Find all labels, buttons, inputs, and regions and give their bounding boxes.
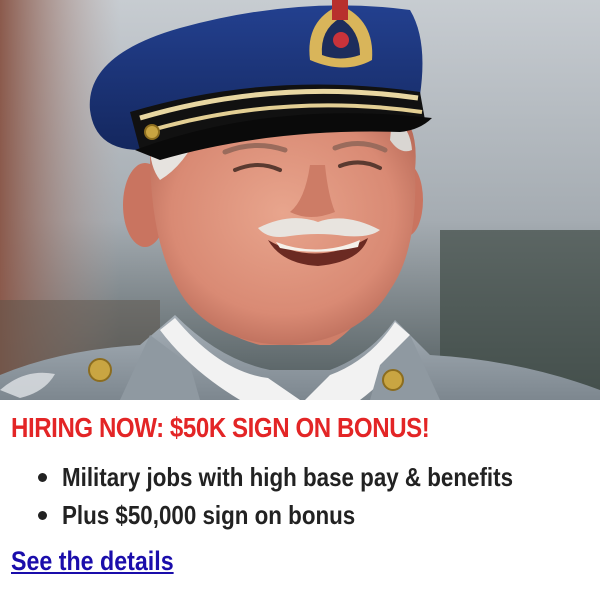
officer-photo[interactable] [0, 0, 600, 400]
benefit-text: Plus $50,000 sign on bonus [62, 500, 356, 530]
bullet-dot-icon [38, 511, 47, 520]
benefit-item: Plus $50,000 sign on bonus [36, 500, 586, 538]
headline: HIRING NOW: $50K SIGN ON BONUS! [11, 412, 430, 443]
benefit-list: Military jobs with high base pay & benef… [36, 462, 586, 538]
benefit-text: Military jobs with high base pay & benef… [62, 462, 514, 492]
ad-card: HIRING NOW: $50K SIGN ON BONUS! Military… [0, 0, 600, 600]
see-details-link[interactable]: See the details [11, 546, 174, 577]
benefit-item: Military jobs with high base pay & benef… [36, 462, 586, 500]
bullet-dot-icon [38, 473, 47, 482]
